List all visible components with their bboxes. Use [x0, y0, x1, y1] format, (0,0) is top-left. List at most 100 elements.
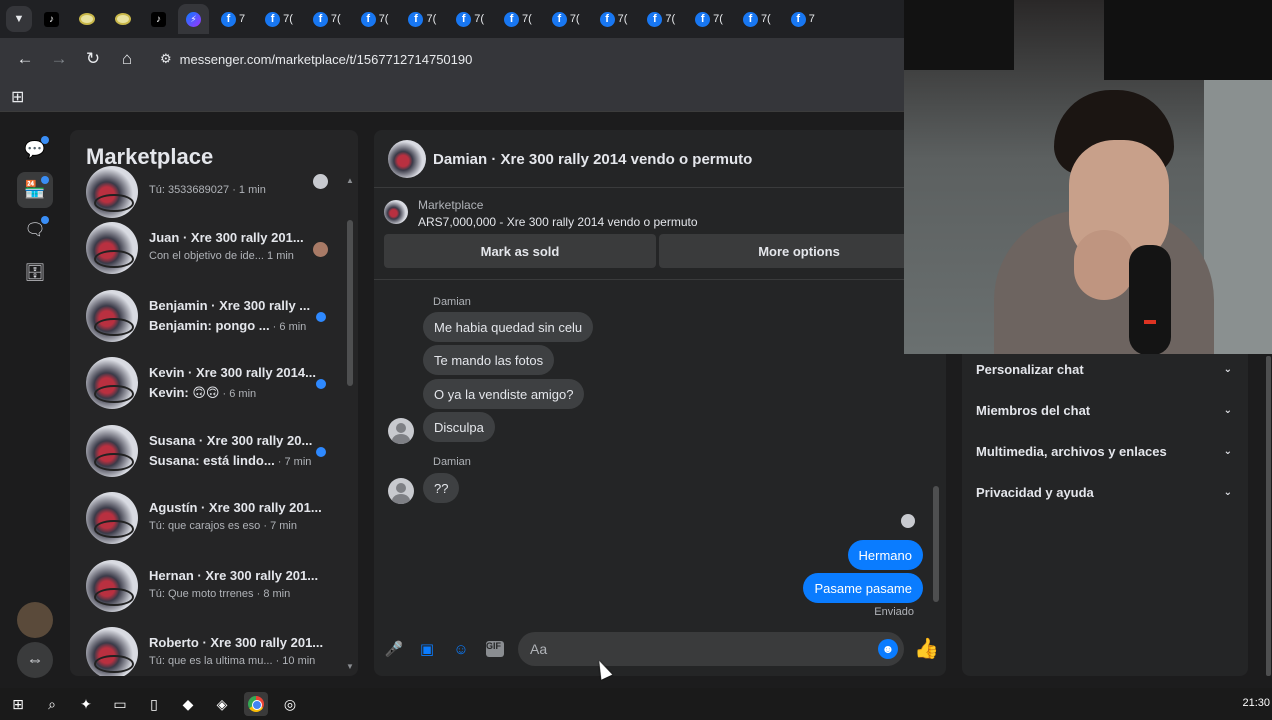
- seen-indicator-avatar: [901, 514, 915, 528]
- more-options-button[interactable]: More options: [659, 234, 939, 268]
- message-bubble[interactable]: Disculpa: [423, 412, 495, 442]
- back-button[interactable]: ←: [10, 44, 40, 74]
- privacy-support-row[interactable]: Privacidad y ayuda ⌄: [976, 477, 1232, 507]
- media-files-links-row[interactable]: Multimedia, archivos y enlaces ⌄: [976, 436, 1232, 466]
- microphone-icon[interactable]: 🎤: [383, 638, 405, 660]
- chat-avatar[interactable]: [388, 140, 426, 178]
- profile-avatar[interactable]: [17, 602, 53, 638]
- mark-as-sold-button[interactable]: Mark as sold: [384, 234, 656, 268]
- browser-tab[interactable]: f 7(: [496, 4, 540, 34]
- conversation-item[interactable]: Tú: 3533689027 · 1 min: [86, 166, 350, 222]
- requests-icon[interactable]: 🗨: [17, 212, 53, 248]
- listing-price-title[interactable]: ARS7,000,000 - Xre 300 rally 2014 vendo …: [418, 215, 698, 229]
- browser-tab[interactable]: f7: [213, 4, 253, 34]
- chat-header: Damian · Xre 300 rally 2014 vendo o perm…: [374, 130, 946, 188]
- conversation-item[interactable]: Benjamin · Xre 300 rally ... Benjamin: p…: [86, 290, 350, 346]
- file-explorer-icon[interactable]: ▭: [108, 692, 132, 716]
- app-icon[interactable]: ◈: [210, 692, 234, 716]
- search-icon[interactable]: ⌕: [40, 692, 64, 716]
- chat-title[interactable]: Damian · Xre 300 rally 2014 vendo o perm…: [433, 151, 752, 168]
- sender-avatar[interactable]: [388, 418, 414, 444]
- facebook-icon: f: [647, 11, 663, 27]
- listing-thumbnail[interactable]: [384, 200, 408, 224]
- browser-tab[interactable]: f 7(: [639, 4, 683, 34]
- sent-message-bubble[interactable]: Hermano: [847, 540, 923, 570]
- site-settings-icon[interactable]: ⚙: [160, 51, 172, 67]
- marketplace-icon[interactable]: 🏪: [17, 172, 53, 208]
- notification-dot: [41, 136, 49, 144]
- browser-tab-active[interactable]: ⚡: [178, 4, 209, 34]
- chat-members-row[interactable]: Miembros del chat ⌄: [976, 395, 1232, 425]
- toggle-sidebar-icon[interactable]: ⇔: [17, 642, 53, 678]
- windows-taskbar: ⊞ ⌕ ✦ ▭ ▯ ◆ ◈ ◎ 21:30: [0, 688, 1272, 720]
- image-upload-icon[interactable]: ▣: [416, 638, 438, 660]
- browser-tab[interactable]: f 7(: [592, 4, 636, 34]
- scroll-up-arrow-icon[interactable]: ▲: [346, 176, 354, 185]
- message-input[interactable]: [530, 632, 870, 666]
- chat-scrollbar[interactable]: [933, 486, 939, 602]
- windows-start-icon[interactable]: ⊞: [6, 692, 30, 716]
- sent-message-bubble[interactable]: Pasame pasame: [803, 573, 923, 603]
- listing-avatar: [86, 222, 138, 274]
- url-field[interactable]: ⚙ messenger.com/marketplace/t/1567712714…: [150, 44, 904, 74]
- scroll-down-arrow-icon[interactable]: ▼: [346, 662, 354, 671]
- home-button[interactable]: ⌂: [112, 44, 142, 74]
- app-icon[interactable]: ◆: [176, 692, 200, 716]
- conversation-item[interactable]: Susana · Xre 300 rally 20... Susana: est…: [86, 425, 350, 481]
- copilot-icon[interactable]: ✦: [74, 692, 98, 716]
- notepad-icon[interactable]: ▯: [142, 692, 166, 716]
- sticker-icon[interactable]: ☺: [450, 638, 472, 660]
- tab-label: 7(: [665, 13, 676, 25]
- listing-avatar: [86, 560, 138, 612]
- browser-tab[interactable]: ♪: [143, 4, 174, 34]
- conversation-preview: Susana: está lindo... · 7 min: [149, 453, 312, 468]
- thumbs-up-icon[interactable]: 👍: [914, 636, 939, 661]
- browser-tab[interactable]: f7: [783, 4, 823, 34]
- system-clock: 21:30: [1242, 697, 1270, 709]
- cursor-app-icon: [115, 13, 131, 25]
- forward-button[interactable]: →: [44, 44, 74, 74]
- gif-icon[interactable]: GIF: [484, 638, 506, 660]
- message-bubble[interactable]: ??: [423, 473, 460, 503]
- background-wall: [1204, 80, 1272, 354]
- browser-tab[interactable]: f 7(: [305, 4, 349, 34]
- obs-icon[interactable]: ◎: [278, 692, 302, 716]
- emoji-icon[interactable]: ☻: [878, 639, 898, 659]
- conversation-name: Kevin · Xre 300 rally 2014...: [149, 365, 316, 380]
- browser-tab[interactable]: [107, 4, 139, 34]
- browser-tab[interactable]: f 7(: [353, 4, 397, 34]
- facebook-icon: f: [265, 11, 281, 27]
- browser-tab[interactable]: f 7(: [448, 4, 492, 34]
- browser-tab[interactable]: f 7(: [400, 4, 444, 34]
- conversation-item[interactable]: Agustín · Xre 300 rally 201... Tú: que c…: [86, 492, 350, 548]
- tab-search-button[interactable]: ▼: [6, 6, 32, 32]
- wall-poster: [904, 0, 1014, 70]
- message-bubble[interactable]: Te mando las fotos: [423, 345, 555, 375]
- conversation-item[interactable]: Roberto · Xre 300 rally 201... Tú: que e…: [86, 627, 350, 676]
- chrome-icon[interactable]: [244, 692, 268, 716]
- archive-icon[interactable]: 🗄: [17, 255, 53, 291]
- conversation-item[interactable]: Kevin · Xre 300 rally 2014... Kevin: 🙃🙃 …: [86, 357, 350, 413]
- facebook-icon: f: [695, 11, 711, 27]
- browser-tab[interactable]: ♪: [36, 4, 67, 34]
- conversation-name: Susana · Xre 300 rally 20...: [149, 433, 313, 448]
- browser-tab[interactable]: f 7(: [257, 4, 301, 34]
- conversation-item[interactable]: Hernan · Xre 300 rally 201... Tú: Que mo…: [86, 560, 350, 616]
- seen-avatar: [313, 242, 328, 257]
- tab-label: 7(: [378, 13, 389, 25]
- browser-tab[interactable]: f 7(: [687, 4, 731, 34]
- sender-avatar[interactable]: [388, 478, 414, 504]
- browser-tab[interactable]: [71, 4, 103, 34]
- personalize-chat-row[interactable]: Personalizar chat ⌄: [976, 354, 1232, 384]
- chats-icon[interactable]: 💬: [17, 132, 53, 168]
- conversation-item[interactable]: Juan · Xre 300 rally 201... Con el objet…: [86, 222, 350, 278]
- browser-tab[interactable]: f 7(: [544, 4, 588, 34]
- reload-button[interactable]: ↻: [78, 44, 108, 74]
- conversation-list-scrollbar[interactable]: [347, 220, 353, 386]
- message-bubble[interactable]: O ya la vendiste amigo?: [423, 379, 585, 409]
- apps-grid-icon[interactable]: ⊞: [11, 87, 24, 107]
- facebook-icon: f: [312, 11, 328, 27]
- message-bubble[interactable]: Me habia quedad sin celu: [423, 312, 594, 342]
- browser-tab[interactable]: f 7(: [735, 4, 779, 34]
- page-scrollbar[interactable]: [1266, 356, 1271, 676]
